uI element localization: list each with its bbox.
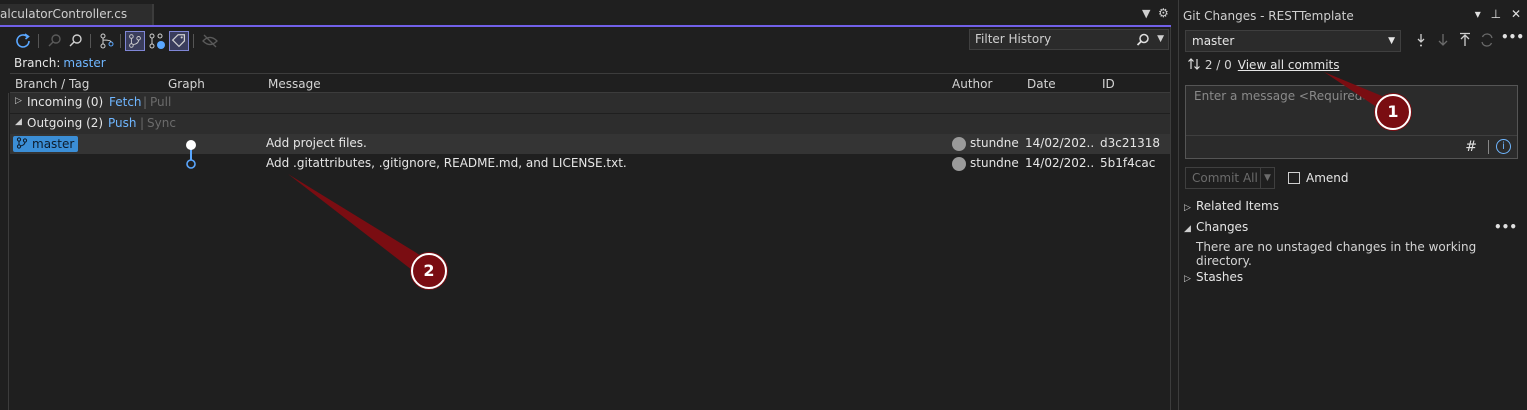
section-label: Stashes — [1196, 270, 1244, 284]
changes-section[interactable]: ◢ Changes — [1184, 220, 1248, 234]
compare-commits-icon[interactable] — [97, 31, 117, 51]
git-changes-pane: Git Changes - RESTTemplate ▾ ⊥ ✕ master … — [1178, 0, 1527, 410]
commit-date: 14/02/202... — [1025, 136, 1095, 150]
branch-indicator: Branch: master — [14, 56, 106, 70]
commit-graph — [186, 140, 196, 169]
avatar — [952, 137, 966, 151]
filter-history-input[interactable]: Filter History ▼ — [969, 29, 1169, 50]
branch-tag-label: master — [32, 137, 75, 151]
incoming-label: Incoming (0) — [27, 95, 104, 109]
hide-icon[interactable] — [200, 31, 220, 51]
sync-icon[interactable] — [1479, 32, 1495, 48]
show-remote-branches-icon[interactable] — [147, 31, 167, 51]
fetch-icon[interactable] — [1413, 32, 1429, 48]
column-message[interactable]: Message — [268, 77, 321, 91]
column-branch-tag[interactable]: Branch / Tag — [15, 77, 89, 91]
tab-calculator-controller[interactable]: alculatorController.cs — [0, 4, 152, 25]
column-date[interactable]: Date — [1027, 77, 1056, 91]
fetch-icon[interactable] — [45, 31, 65, 51]
column-author[interactable]: Author — [952, 77, 992, 91]
sync-link[interactable]: Sync — [147, 116, 176, 130]
close-icon[interactable]: ✕ — [1511, 7, 1521, 21]
expand-chevron-icon[interactable]: ▷ — [15, 96, 22, 106]
commit-all-label: Commit All — [1192, 171, 1258, 185]
amend-checkbox[interactable]: Amend — [1288, 171, 1349, 185]
pull-icon[interactable] — [1435, 32, 1451, 48]
branch-tag-pill[interactable]: master — [13, 136, 79, 152]
sort-arrows-icon — [1188, 58, 1200, 70]
column-graph[interactable]: Graph — [168, 77, 205, 91]
show-tags-icon[interactable] — [169, 31, 189, 51]
history-column-headers: Branch / Tag Graph Message Author Date I… — [10, 73, 1170, 93]
more-options-icon[interactable]: ••• — [1501, 30, 1524, 46]
expand-chevron-icon[interactable]: ▷ — [1184, 274, 1196, 284]
pull-link[interactable]: Pull — [150, 95, 171, 109]
commit-count: 2 / 0 — [1204, 58, 1232, 72]
section-label: Related Items — [1196, 199, 1279, 213]
column-id[interactable]: ID — [1102, 77, 1115, 91]
settings-gear-icon[interactable]: ⚙ — [1158, 6, 1169, 20]
stashes-section[interactable]: ▷ Stashes — [1184, 270, 1243, 284]
pane-splitter[interactable] — [1170, 27, 1171, 410]
commit-date: 14/02/202... — [1025, 156, 1095, 170]
amend-label: Amend — [1306, 171, 1349, 185]
tab-list-dropdown-icon[interactable]: ▼ — [1142, 7, 1150, 20]
commit-all-button[interactable]: Commit All ▼ — [1185, 167, 1275, 189]
branch-selector[interactable]: master ▼ — [1185, 30, 1401, 52]
expand-chevron-icon[interactable]: ▷ — [1184, 203, 1196, 213]
branch-value[interactable]: master — [63, 56, 105, 70]
checkbox-icon[interactable] — [1288, 172, 1300, 184]
commit-id: 5b1f4cac — [1100, 156, 1156, 170]
fetch-link[interactable]: Fetch — [109, 95, 142, 109]
search-icon[interactable] — [1136, 33, 1150, 53]
search-commits-icon[interactable] — [66, 31, 86, 51]
filter-dropdown-icon[interactable]: ▼ — [1157, 30, 1164, 49]
git-history-pane: alculatorController.cs ▼ ⚙ Filter Histor… — [0, 0, 1171, 410]
show-graph-icon[interactable] — [125, 31, 145, 51]
more-options-icon[interactable]: ••• — [1494, 220, 1517, 234]
collapse-chevron-icon[interactable]: ◢ — [15, 117, 22, 127]
tab-divider — [152, 4, 154, 25]
changes-empty-note: There are no unstaged changes in the wor… — [1196, 240, 1477, 268]
collapse-chevron-icon[interactable]: ◢ — [1184, 224, 1196, 234]
pane-title: Git Changes - RESTTemplate — [1183, 9, 1354, 23]
outgoing-label: Outgoing (2) — [27, 116, 104, 130]
refresh-icon[interactable] — [13, 31, 33, 51]
callout-badge: 1 — [1375, 94, 1411, 130]
pin-icon[interactable]: ⊥ — [1491, 7, 1501, 21]
commit-id: d3c21318 — [1100, 136, 1161, 150]
commit-author: stundne — [970, 136, 1019, 150]
section-label: Changes — [1196, 220, 1249, 234]
commit-message: Add .gitattributes, .gitignore, README.m… — [266, 156, 627, 170]
dropdown-icon[interactable]: ▾ — [1475, 7, 1481, 21]
document-tabstrip: alculatorController.cs ▼ ⚙ — [0, 0, 1171, 27]
callout-badge: 2 — [411, 253, 447, 289]
commit-author: stundne — [970, 156, 1019, 170]
hash-icon[interactable]: # — [1465, 139, 1477, 155]
pane-controls: ▾ ⊥ ✕ — [1469, 7, 1521, 21]
avatar — [952, 157, 966, 171]
chevron-down-icon[interactable]: ▼ — [1260, 168, 1274, 188]
push-link[interactable]: Push — [108, 116, 137, 130]
outgoing-group[interactable]: ◢ Outgoing (2) Push | Sync — [10, 114, 1170, 134]
push-icon[interactable] — [1457, 32, 1473, 48]
branch-label: Branch: — [14, 56, 61, 70]
chevron-down-icon[interactable]: ▼ — [1388, 31, 1395, 51]
info-icon[interactable]: i — [1496, 139, 1511, 154]
filter-placeholder: Filter History — [975, 32, 1052, 46]
related-items-section[interactable]: ▷ Related Items — [1184, 199, 1279, 213]
incoming-group[interactable]: ▷ Incoming (0) Fetch | Pull — [10, 93, 1170, 113]
commit-message: Add project files. — [266, 136, 367, 150]
incoming-outgoing-summary: 2 / 0 View all commits — [1187, 57, 1340, 72]
branch-selector-value: master — [1192, 34, 1235, 48]
